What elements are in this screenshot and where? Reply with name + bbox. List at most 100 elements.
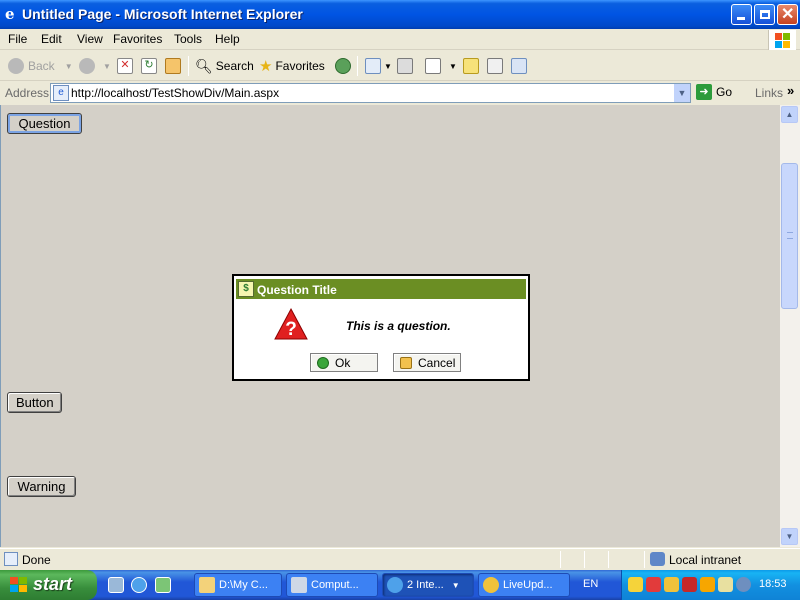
messenger-icon xyxy=(487,58,503,74)
menu-tools[interactable]: Tools xyxy=(172,31,204,47)
vertical-scrollbar[interactable]: ▲ ▼ xyxy=(780,105,800,547)
messenger-quicklaunch-icon[interactable] xyxy=(155,577,171,593)
scroll-thumb[interactable] xyxy=(781,163,798,309)
chevron-up-icon: ▲ xyxy=(785,110,794,119)
security-zone-text: Local intranet xyxy=(669,553,742,567)
address-input[interactable]: e http://localhost/TestShowDiv/Main.aspx… xyxy=(50,83,691,103)
favorites-button[interactable]: ★ Favorites xyxy=(259,55,325,77)
maximize-icon xyxy=(760,10,770,19)
research-button[interactable] xyxy=(511,55,527,77)
zonealarm-icon[interactable] xyxy=(682,577,697,592)
search-button[interactable]: 🔍︎ Search xyxy=(195,55,254,77)
chevron-down-icon: ▼ xyxy=(451,580,460,590)
discuss-button[interactable] xyxy=(463,55,479,77)
mail-button[interactable]: ▼ xyxy=(365,55,392,77)
forward-arrow-icon xyxy=(79,58,95,74)
task-my-computer-folder[interactable]: D:\My C... xyxy=(194,573,282,597)
qq-icon[interactable] xyxy=(628,577,643,592)
dialog-title: Question Title xyxy=(257,283,337,297)
warning-button[interactable]: Warning xyxy=(7,476,76,497)
print-button[interactable] xyxy=(397,55,413,77)
menu-bar: File Edit View Favorites Tools Help xyxy=(0,29,800,50)
folder-icon xyxy=(199,577,215,593)
grip-icon xyxy=(787,232,793,239)
address-bar: Address e http://localhost/TestShowDiv/M… xyxy=(0,82,800,104)
word-edit-icon xyxy=(425,58,441,74)
ok-label: Ok xyxy=(335,355,351,370)
check-icon xyxy=(317,356,329,369)
window-title-bar[interactable]: e Untitled Page - Microsoft Internet Exp… xyxy=(0,0,800,29)
toolbar: Back ▼ ▼ ✕ ↻ 🔍︎ Search ★ Favorites ▼ ▼ xyxy=(0,51,800,81)
address-url[interactable]: http://localhost/TestShowDiv/Main.aspx xyxy=(71,86,279,100)
refresh-button[interactable]: ↻ xyxy=(141,55,157,77)
status-bar: Done Local intranet xyxy=(0,548,800,570)
question-button[interactable]: Question xyxy=(7,113,82,134)
sgs-icon[interactable] xyxy=(700,577,715,592)
undo-icon xyxy=(400,356,412,369)
chevron-right-icon[interactable]: » xyxy=(787,83,794,98)
mail-icon xyxy=(365,58,381,74)
forward-button[interactable]: ▼ xyxy=(79,55,111,77)
go-button[interactable]: ➜ Go xyxy=(696,84,732,100)
address-dropdown-button[interactable]: ▼ xyxy=(673,84,690,102)
back-button[interactable]: Back ▼ xyxy=(8,55,73,77)
favorites-label: Favorites xyxy=(275,59,325,73)
menu-view[interactable]: View xyxy=(75,31,105,47)
menu-favorites[interactable]: Favorites xyxy=(111,31,164,47)
star-icon: ★ xyxy=(259,58,273,75)
task-liveupdate[interactable]: LiveUpd... xyxy=(478,573,570,597)
minimize-button[interactable] xyxy=(731,4,752,25)
menu-file[interactable]: File xyxy=(6,31,29,47)
start-button[interactable]: start xyxy=(0,570,97,600)
ie-quicklaunch-icon[interactable] xyxy=(131,577,147,593)
back-arrow-icon xyxy=(8,58,24,74)
task-internet-explorer-group[interactable]: 2 Inte... ▼ xyxy=(382,573,474,597)
task-label: LiveUpd... xyxy=(503,579,553,591)
chevron-down-icon: ▼ xyxy=(785,532,794,541)
button-button[interactable]: Button xyxy=(7,392,62,413)
stop-button[interactable]: ✕ xyxy=(117,55,133,77)
links-label[interactable]: Links xyxy=(755,86,783,100)
chevron-down-icon: ▼ xyxy=(64,61,73,71)
liveupdate-icon xyxy=(483,577,499,593)
edit-button[interactable]: ▼ xyxy=(425,55,457,77)
chevron-down-icon: ▼ xyxy=(103,61,111,71)
windows-flag-icon xyxy=(10,577,28,593)
dialog-title-icon: $ xyxy=(238,281,254,297)
volume-icon[interactable] xyxy=(736,577,751,592)
go-label: Go xyxy=(716,85,733,99)
close-button[interactable]: ✕ xyxy=(777,4,798,25)
address-label: Address xyxy=(5,86,50,100)
intranet-zone-icon xyxy=(650,552,665,566)
task-label: 2 Inte... xyxy=(407,579,444,591)
back-label: Back xyxy=(28,59,55,73)
tray-app-icon[interactable] xyxy=(718,577,733,592)
search-label: Search xyxy=(215,59,254,73)
computer-icon xyxy=(291,577,307,593)
cancel-button[interactable]: Cancel xyxy=(393,353,461,372)
window-title: Untitled Page - Microsoft Internet Explo… xyxy=(22,6,303,22)
show-desktop-icon[interactable] xyxy=(108,577,124,593)
home-button[interactable] xyxy=(165,55,181,77)
maximize-button[interactable] xyxy=(754,4,775,25)
task-computer[interactable]: Comput... xyxy=(286,573,378,597)
research-icon xyxy=(511,58,527,74)
qq-icon[interactable] xyxy=(646,577,661,592)
search-icon: 🔍︎ xyxy=(195,57,213,74)
menu-edit[interactable]: Edit xyxy=(39,31,64,47)
status-separator xyxy=(560,551,561,568)
qq-icon[interactable] xyxy=(664,577,679,592)
task-label: Comput... xyxy=(311,579,359,591)
language-indicator[interactable]: EN xyxy=(583,578,598,590)
scroll-down-button[interactable]: ▼ xyxy=(781,528,798,545)
page-status-icon xyxy=(4,552,18,566)
scroll-up-button[interactable]: ▲ xyxy=(781,106,798,123)
menu-help[interactable]: Help xyxy=(213,31,242,47)
history-button[interactable] xyxy=(335,55,355,77)
close-icon: ✕ xyxy=(781,6,795,23)
status-separator xyxy=(644,551,645,568)
messenger-button[interactable] xyxy=(487,55,503,77)
ok-button[interactable]: Ok xyxy=(310,353,378,372)
dialog-title-bar[interactable]: $ Question Title xyxy=(236,279,526,299)
windows-logo-icon xyxy=(768,30,796,50)
